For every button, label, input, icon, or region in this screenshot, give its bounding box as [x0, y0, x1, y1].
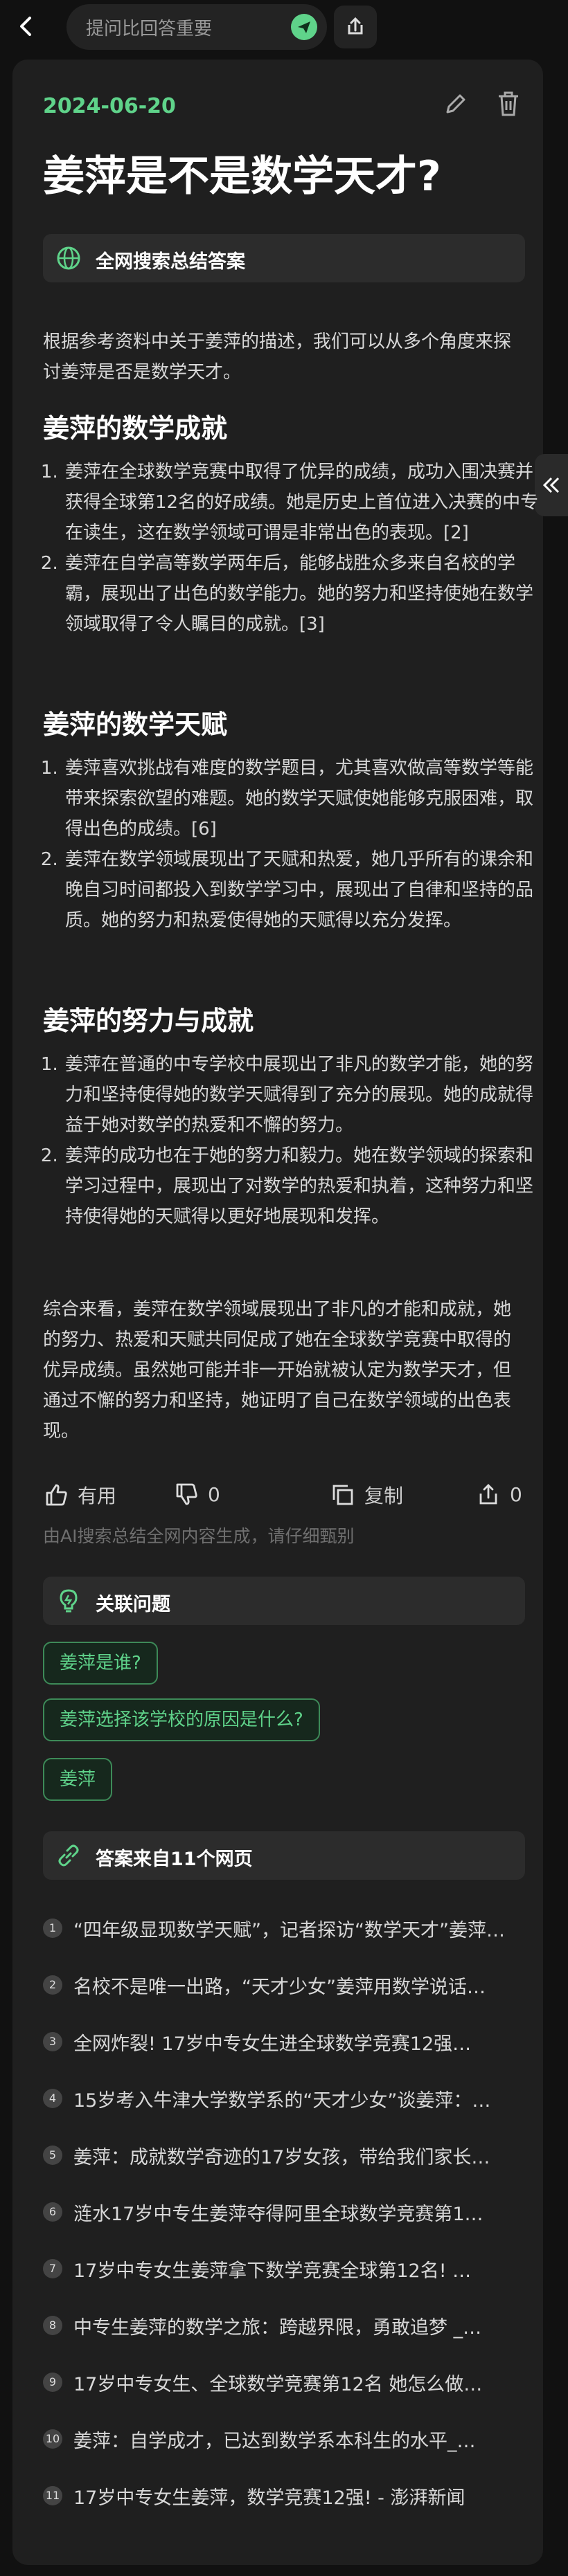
- summary-label: 全网搜索总结答案: [96, 251, 245, 273]
- list-item: 姜萍在全球数学竞赛中取得了优异的成绩，成功入围决赛并获得全球第12名的好成绩。她…: [64, 457, 549, 548]
- section-heading: 姜萍的数学天赋: [43, 709, 228, 740]
- source-item[interactable]: 9 17岁中专女生、全球数学竞赛第12名 她怎么做…: [43, 2361, 528, 2403]
- send-icon[interactable]: [291, 14, 317, 40]
- source-number: 6: [43, 2202, 62, 2222]
- source-title: 17岁中专女生、全球数学竞赛第12名 她怎么做…: [73, 2373, 483, 2395]
- source-item[interactable]: 6 涟水17岁中专生姜萍夺得阿里全球数学竞赛第1…: [43, 2191, 528, 2233]
- thumbs-up-icon: [46, 1484, 67, 1506]
- page-title: 姜萍是不是数学天才?: [43, 152, 441, 201]
- source-number: 11: [43, 2486, 62, 2505]
- lightbulb-icon: [55, 1588, 82, 1614]
- thumbs-down-icon: [176, 1483, 197, 1505]
- source-item[interactable]: 3 全网炸裂! 17岁中专女生进全球数学竞赛12强…: [43, 2021, 528, 2062]
- conclusion-text: 综合来看，姜萍在数学领域展现出了非凡的才能和成就，她的努力、热爱和天赋共同促成了…: [43, 1299, 512, 1442]
- dislike-count: 0: [208, 1482, 220, 1506]
- source-item[interactable]: 10 姜萍：自学成才，已达到数学系本科生的水平_…: [43, 2418, 528, 2460]
- useful-button[interactable]: 有用: [43, 1481, 116, 1509]
- source-title: 涟水17岁中专生姜萍夺得阿里全球数学竞赛第1…: [73, 2203, 483, 2225]
- source-number: 9: [43, 2373, 62, 2392]
- source-title: 姜萍：成就数学奇迹的17岁女孩，带给我们家长…: [73, 2146, 490, 2168]
- source-title: 17岁中专女生姜萍，数学竞赛12强! - 澎湃新闻: [73, 2487, 465, 2509]
- source-item[interactable]: 7 17岁中专女生姜萍拿下数学竞赛全球第12名! …: [43, 2248, 528, 2289]
- useful-label: 有用: [78, 1485, 117, 1507]
- section-list: 姜萍在普通的中专学校中展现出了非凡的数学才能，她的努力和坚持使得她的数学天赋得到…: [43, 1049, 549, 1232]
- source-item[interactable]: 11 17岁中专女生姜萍，数学竞赛12强! - 澎湃新闻: [43, 2475, 528, 2516]
- source-title: 姜萍：自学成才，已达到数学系本科生的水平_…: [73, 2430, 476, 2452]
- source-number: 2: [43, 1975, 62, 1995]
- summary-header: 全网搜索总结答案: [43, 234, 525, 282]
- related-question-chip[interactable]: 姜萍选择该学校的原因是什么?: [43, 1698, 320, 1741]
- link-icon: [55, 1842, 82, 1869]
- source-title: 名校不是唯一出路，“天才少女”姜萍用数学说话…: [73, 1976, 486, 1998]
- back-arrow-icon[interactable]: [12, 12, 40, 40]
- share-icon: [479, 1484, 497, 1505]
- list-item: 姜萍的成功也在于她的努力和毅力。她在数学领域的探索和学习过程中，展现出了对数学的…: [64, 1141, 549, 1232]
- answer-date: 2024-06-20: [43, 94, 176, 118]
- globe-icon: [55, 245, 82, 271]
- dislike-button[interactable]: 0: [173, 1481, 220, 1507]
- share-button[interactable]: [334, 6, 377, 48]
- source-title: “四年级显现数学天赋”，记者探访“数学天才”姜萍…: [73, 1919, 505, 1941]
- source-number: 10: [43, 2429, 62, 2449]
- section-list: 姜萍在全球数学竞赛中取得了优异的成绩，成功入围决赛并获得全球第12名的好成绩。她…: [43, 457, 549, 640]
- source-number: 5: [43, 2146, 62, 2165]
- ask-input[interactable]: 提问比回答重要: [66, 4, 327, 50]
- related-label: 关联问题: [96, 1594, 170, 1615]
- list-item: 姜萍喜欢挑战有难度的数学题目，尤其喜欢做高等数学等能带来探索欲望的难题。她的数学…: [64, 753, 549, 844]
- source-number: 7: [43, 2259, 62, 2278]
- top-bar: 提问比回答重要: [0, 0, 568, 55]
- related-header: 关联问题: [43, 1577, 525, 1625]
- source-title: 15岁考入牛津大学数学系的“天才少女”谈姜萍：…: [73, 2089, 491, 2112]
- list-item: 姜萍在数学领域展现出了天赋和热爱，她几乎所有的课余和晚自习时间都投入到数学学习中…: [64, 844, 549, 936]
- source-title: 全网炸裂! 17岁中专女生进全球数学竞赛12强…: [73, 2033, 472, 2055]
- source-title: 17岁中专女生姜萍拿下数学竞赛全球第12名! …: [73, 2260, 472, 2282]
- share-count: 0: [510, 1482, 522, 1506]
- list-item: 姜萍在自学高等数学两年后，能够战胜众多来自名校的学霸，展现出了出色的数学能力。她…: [64, 548, 549, 640]
- source-number: 8: [43, 2316, 62, 2335]
- share-count-button[interactable]: 0: [475, 1481, 522, 1507]
- source-number: 4: [43, 2089, 62, 2108]
- source-item[interactable]: 2 名校不是唯一出路，“天才少女”姜萍用数学说话…: [43, 1964, 528, 2006]
- sources-header: 答案来自11个网页: [43, 1831, 525, 1880]
- copy-label: 复制: [364, 1485, 404, 1507]
- ask-input-placeholder: 提问比回答重要: [86, 18, 213, 39]
- source-item[interactable]: 5 姜萍：成就数学奇迹的17岁女孩，带给我们家长…: [43, 2134, 528, 2176]
- source-item[interactable]: 1 “四年级显现数学天赋”，记者探访“数学天才”姜萍…: [43, 1907, 528, 1949]
- copy-button[interactable]: 复制: [330, 1481, 403, 1509]
- source-item[interactable]: 8 中专生姜萍的数学之旅：跨越界限，勇敢追梦 _…: [43, 2305, 528, 2346]
- source-number: 3: [43, 2032, 62, 2051]
- source-number: 1: [43, 1919, 62, 1938]
- intro-text: 根据参考资料中关于姜萍的描述，我们可以从多个角度来探讨姜萍是否是数学天才。: [43, 332, 512, 383]
- section-heading: 姜萍的数学成就: [43, 413, 228, 444]
- list-item: 姜萍在普通的中专学校中展现出了非凡的数学才能，她的努力和坚持使得她的数学天赋得到…: [64, 1049, 549, 1141]
- ai-disclaimer: 由AI搜索总结全网内容生成，请仔细甄别: [43, 1526, 355, 1546]
- source-item[interactable]: 4 15岁考入牛津大学数学系的“天才少女”谈姜萍：…: [43, 2078, 528, 2119]
- related-question-chip[interactable]: 姜萍: [43, 1758, 113, 1801]
- related-question-chip[interactable]: 姜萍是谁?: [43, 1642, 158, 1685]
- trash-icon[interactable]: [493, 89, 524, 119]
- share-icon: [348, 17, 363, 35]
- source-title: 中专生姜萍的数学之旅：跨越界限，勇敢追梦 _…: [73, 2316, 482, 2339]
- edit-icon[interactable]: [441, 89, 471, 119]
- section-heading: 姜萍的努力与成就: [43, 1006, 254, 1036]
- sources-label: 答案来自11个网页: [96, 1849, 253, 1870]
- copy-icon: [332, 1485, 353, 1505]
- section-list: 姜萍喜欢挑战有难度的数学题目，尤其喜欢做高等数学等能带来探索欲望的难题。她的数学…: [43, 753, 549, 936]
